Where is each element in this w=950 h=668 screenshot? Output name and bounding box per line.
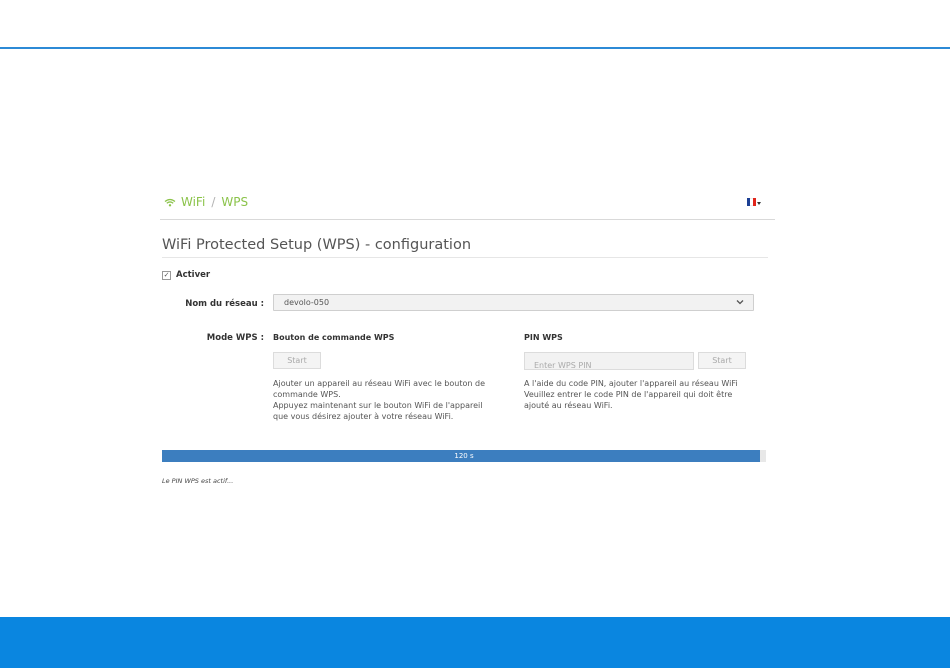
wps-progress-bar: 120 s (162, 450, 766, 462)
wifi-icon (164, 198, 176, 206)
checkbox-checked-icon: ✓ (162, 270, 171, 280)
wps-pin-input[interactable] (525, 357, 694, 374)
pin-start-button[interactable]: Start (698, 352, 746, 369)
network-name-select[interactable]: devolo-050 (273, 294, 754, 311)
pin-description: A l'aide du code PIN, ajouter l'appareil… (524, 379, 738, 410)
status-text: Le PIN WPS est actif... (162, 477, 234, 485)
push-button-description: Ajouter un appareil au réseau WiFi avec … (273, 379, 485, 421)
panel-header: WiFi / WPS (160, 190, 775, 220)
wps-panel: WiFi / WPS WiFi Protected Setup (WPS) - … (160, 190, 775, 500)
breadcrumb-separator: / (211, 195, 216, 209)
breadcrumb-page: WPS (221, 195, 249, 209)
flag-stripe-red (753, 198, 756, 206)
footer-bar (0, 617, 950, 668)
breadcrumb: WiFi / WPS (164, 195, 248, 209)
language-selector[interactable] (747, 198, 761, 206)
chevron-down-icon (757, 202, 761, 205)
chevron-down-icon (736, 300, 744, 305)
activate-label: Activer (176, 270, 211, 280)
wps-mode-label: Mode WPS : (206, 333, 264, 343)
push-button-heading: Bouton de commande WPS (273, 333, 395, 342)
pin-heading: PIN WPS (524, 333, 563, 342)
breadcrumb-section[interactable]: WiFi (181, 195, 205, 209)
title-divider (162, 257, 768, 258)
top-rule (0, 47, 950, 49)
page-title: WiFi Protected Setup (WPS) - configurati… (162, 237, 472, 253)
push-button-start-button[interactable]: Start (273, 352, 321, 369)
activate-checkbox[interactable]: ✓ Activer (162, 270, 210, 280)
network-name-label: Nom du réseau : (185, 299, 264, 309)
network-name-value: devolo-050 (284, 298, 330, 307)
progress-label: 120 s (454, 452, 474, 460)
wps-pin-field[interactable] (524, 352, 694, 374)
